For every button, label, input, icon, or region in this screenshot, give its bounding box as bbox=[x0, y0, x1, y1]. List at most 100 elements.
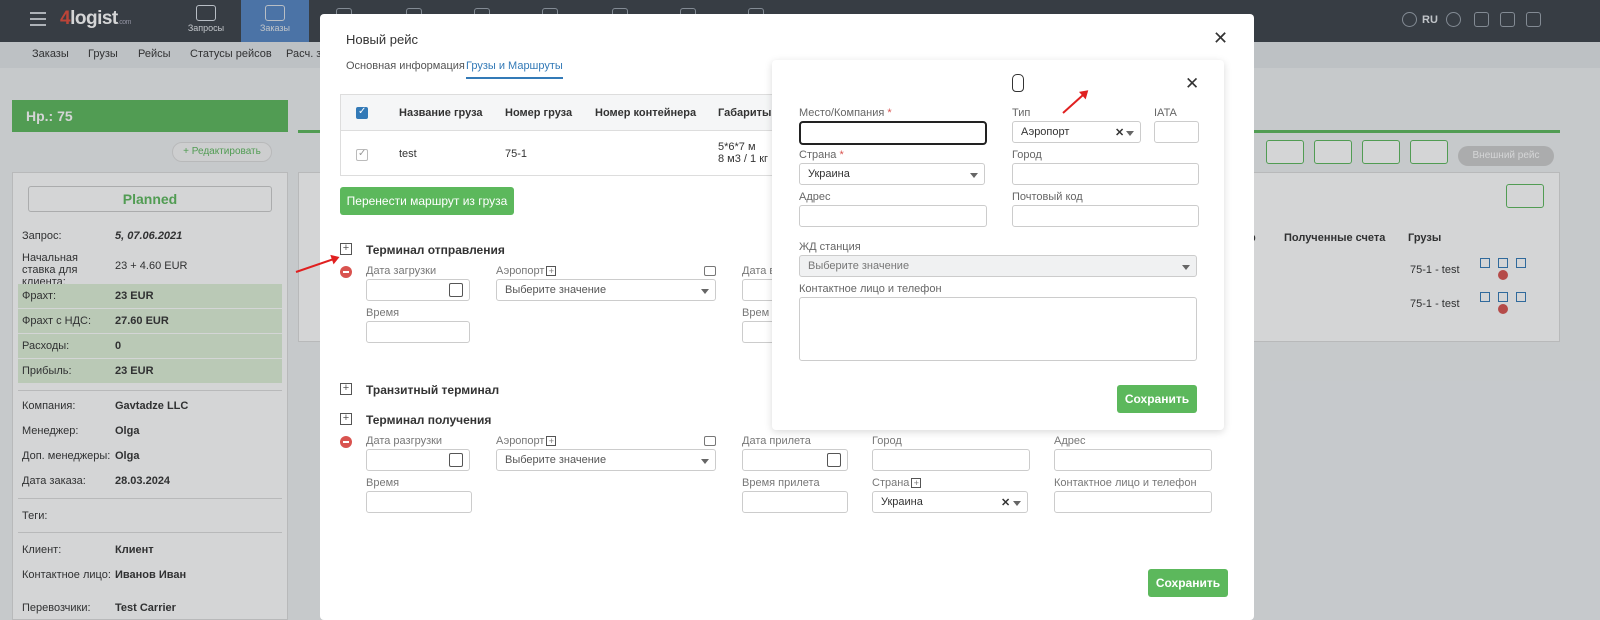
type-label: Тип bbox=[1012, 107, 1031, 119]
select-all-checkbox[interactable] bbox=[356, 106, 368, 119]
tab-main-info[interactable]: Основная информация bbox=[346, 60, 465, 72]
save-button[interactable]: Сохранить bbox=[1148, 569, 1228, 597]
departure-airport-select[interactable]: Выберите значение bbox=[496, 279, 716, 301]
address-input[interactable] bbox=[799, 205, 987, 227]
arrival-time-label: Время прилета bbox=[742, 477, 820, 489]
unload-date-input[interactable] bbox=[366, 449, 470, 471]
departure-date-input[interactable] bbox=[742, 279, 772, 301]
expand-arrival-icon[interactable]: + bbox=[340, 413, 352, 425]
expand-transit-icon[interactable]: + bbox=[340, 383, 352, 395]
time-input[interactable] bbox=[366, 321, 470, 343]
country-label-text: Страна bbox=[872, 477, 910, 489]
postal-code-label: Почтовый код bbox=[1012, 191, 1083, 203]
arrival-airport-label: Аэропорт + bbox=[496, 435, 557, 447]
add-country-icon[interactable]: + bbox=[911, 478, 922, 489]
iata-input[interactable] bbox=[1154, 121, 1199, 143]
calendar-icon[interactable] bbox=[449, 453, 463, 467]
column-dimensions[interactable]: Габариты bbox=[718, 107, 771, 119]
close-icon[interactable]: ✕ bbox=[1213, 28, 1228, 49]
transfer-route-button[interactable]: Перенести маршрут из груза bbox=[340, 187, 514, 215]
arrival-airport-select[interactable]: Выберите значение bbox=[496, 449, 716, 471]
required-marker: * bbox=[887, 107, 892, 119]
calendar-icon[interactable] bbox=[827, 453, 841, 467]
contact-label: Контактное лицо и телефон bbox=[1054, 477, 1197, 489]
iata-label: IATA bbox=[1154, 107, 1177, 119]
chevron-down-icon bbox=[970, 173, 978, 178]
time-input[interactable] bbox=[366, 491, 472, 513]
clear-icon[interactable]: ✕ bbox=[1115, 126, 1124, 139]
arrival-airport-label-text: Аэропорт bbox=[496, 435, 545, 447]
address-label: Адрес bbox=[799, 191, 831, 203]
country-select[interactable]: Украина ✕ bbox=[872, 491, 1028, 513]
type-select[interactable]: Аэропорт ✕ bbox=[1012, 121, 1141, 143]
expand-departure-icon[interactable]: + bbox=[340, 243, 352, 255]
place-company-label-text: Место/Компания bbox=[799, 107, 885, 119]
rail-station-label: ЖД станция bbox=[799, 241, 861, 253]
type-value: Аэропорт bbox=[1021, 126, 1070, 138]
building-icon[interactable] bbox=[704, 266, 716, 276]
calendar-icon[interactable] bbox=[449, 283, 463, 297]
departure-time-label: Врем bbox=[742, 307, 770, 319]
arrival-date-label: Дата прилета bbox=[742, 435, 811, 447]
cargo-name-cell: test bbox=[399, 148, 417, 160]
add-airport-icon[interactable]: + bbox=[546, 436, 557, 447]
cargo-number-cell: 75-1 bbox=[505, 148, 528, 160]
save-place-button[interactable]: Сохранить bbox=[1117, 385, 1197, 413]
hand-cursor-icon bbox=[1012, 74, 1024, 92]
chevron-down-icon bbox=[701, 459, 709, 464]
column-cargo-number[interactable]: Номер груза bbox=[505, 107, 572, 119]
country-label: Страна * bbox=[799, 149, 844, 161]
chevron-down-icon bbox=[1182, 265, 1190, 270]
country-label-text: Страна bbox=[799, 149, 837, 161]
close-icon[interactable]: ✕ bbox=[1185, 74, 1199, 94]
column-cargo-name[interactable]: Название груза bbox=[399, 107, 483, 119]
arrival-time-input[interactable] bbox=[742, 491, 848, 513]
remove-departure-icon[interactable] bbox=[340, 266, 352, 278]
rail-station-select[interactable]: Выберите значение bbox=[799, 255, 1197, 277]
contact-input[interactable] bbox=[1054, 491, 1212, 513]
departure-airport-label-text: Аэропорт bbox=[496, 265, 545, 277]
chevron-down-icon bbox=[1013, 501, 1021, 506]
departure-date-label: Дата в bbox=[742, 265, 776, 277]
chevron-down-icon bbox=[1126, 131, 1134, 136]
country-value: Украина bbox=[808, 168, 850, 180]
building-icon[interactable] bbox=[704, 436, 716, 446]
arrival-date-input[interactable] bbox=[742, 449, 848, 471]
transit-terminal-title: Транзитный терминал bbox=[366, 383, 500, 397]
address-label: Адрес bbox=[1054, 435, 1086, 447]
required-marker: * bbox=[839, 149, 844, 161]
remove-arrival-icon[interactable] bbox=[340, 436, 352, 448]
clear-icon[interactable]: ✕ bbox=[1001, 496, 1010, 509]
place-company-label: Место/Компания * bbox=[799, 107, 892, 119]
departure-terminal-title: Терминал отправления bbox=[366, 243, 505, 257]
load-date-input[interactable] bbox=[366, 279, 470, 301]
select-placeholder: Выберите значение bbox=[808, 260, 910, 272]
dimensions-cell: 5*6*7 м bbox=[718, 141, 756, 153]
add-airport-icon[interactable]: + bbox=[546, 266, 557, 277]
contact-textarea[interactable] bbox=[799, 297, 1197, 361]
modal-title: Новый рейс bbox=[346, 32, 418, 47]
unload-date-label: Дата разгрузки bbox=[366, 435, 443, 447]
departure-airport-label: Аэропорт + bbox=[496, 265, 557, 277]
column-container-number[interactable]: Номер контейнера bbox=[595, 107, 696, 119]
arrival-terminal-title: Терминал получения bbox=[366, 413, 492, 427]
country-value: Украина bbox=[881, 496, 923, 508]
row-checkbox[interactable] bbox=[356, 148, 368, 161]
tab-cargo-routes[interactable]: Грузы и Маршруты bbox=[466, 60, 563, 79]
contact-label: Контактное лицо и телефон bbox=[799, 283, 942, 295]
city-input[interactable] bbox=[1012, 163, 1199, 185]
place-company-input[interactable] bbox=[799, 121, 987, 145]
city-label: Город bbox=[1012, 149, 1042, 161]
country-select[interactable]: Украина bbox=[799, 163, 985, 185]
address-input[interactable] bbox=[1054, 449, 1212, 471]
load-date-label: Дата загрузки bbox=[366, 265, 437, 277]
postal-code-input[interactable] bbox=[1012, 205, 1199, 227]
city-label: Город bbox=[872, 435, 902, 447]
chevron-down-icon bbox=[701, 289, 709, 294]
city-input[interactable] bbox=[872, 449, 1030, 471]
time-label: Время bbox=[366, 477, 400, 489]
volume-weight-cell: 8 м3 / 1 кг bbox=[718, 153, 769, 165]
select-placeholder: Выберите значение bbox=[505, 284, 607, 296]
departure-time-input[interactable] bbox=[742, 321, 772, 343]
place-modal: ✕ Место/Компания * Тип Аэропорт ✕ IATA Ст… bbox=[772, 60, 1224, 430]
